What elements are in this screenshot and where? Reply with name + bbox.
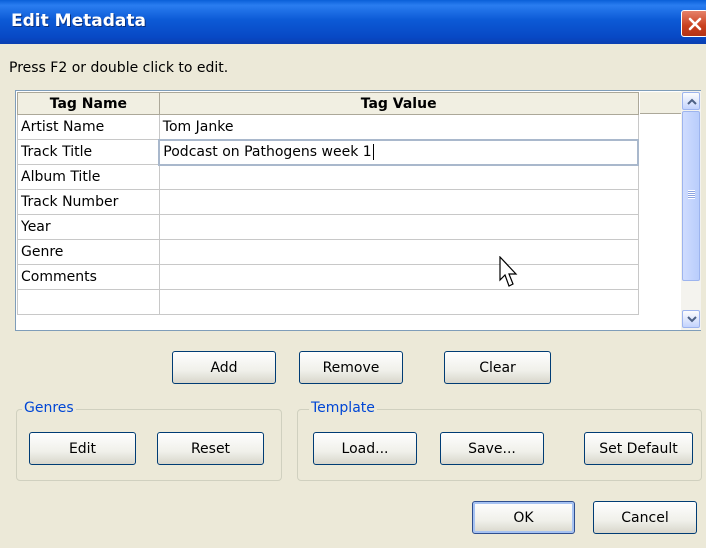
clear-button[interactable]: Clear — [444, 351, 551, 384]
remove-button[interactable]: Remove — [299, 351, 403, 384]
table-header-row: Tag Name Tag Value — [17, 92, 639, 115]
tag-name-cell[interactable]: Comments — [17, 264, 160, 290]
scroll-thumb[interactable] — [682, 111, 700, 281]
tag-value-cell[interactable] — [158, 289, 639, 315]
tag-name-cell[interactable]: Track Number — [17, 189, 160, 215]
ok-button[interactable]: OK — [472, 501, 575, 534]
table-row[interactable]: Album Title — [17, 164, 639, 190]
tag-name-cell[interactable]: Year — [17, 214, 160, 240]
tag-name-cell[interactable]: Track Title — [17, 139, 160, 165]
tag-value-cell[interactable] — [158, 164, 639, 190]
metadata-table: Tag Name Tag Value Artist Name Tom Janke… — [17, 92, 639, 315]
table-row[interactable] — [17, 289, 639, 315]
mouse-pointer-icon — [499, 256, 518, 287]
metadata-grid[interactable]: Tag Name Tag Value Artist Name Tom Janke… — [15, 90, 701, 331]
cancel-button[interactable]: Cancel — [593, 501, 697, 534]
table-row[interactable]: Year — [17, 214, 639, 240]
scroll-down-button[interactable] — [682, 310, 700, 328]
genres-edit-button[interactable]: Edit — [29, 432, 136, 465]
instruction-text: Press F2 or double click to edit. — [9, 60, 229, 76]
table-row[interactable]: Genre — [17, 239, 639, 265]
template-group-label: Template — [309, 400, 377, 416]
close-icon — [688, 17, 702, 31]
genres-group-label: Genres — [22, 400, 76, 416]
text-caret — [372, 144, 374, 160]
grip-icon — [688, 190, 695, 199]
close-button[interactable] — [681, 10, 706, 37]
set-default-button[interactable]: Set Default — [584, 432, 693, 465]
add-button[interactable]: Add — [172, 351, 276, 384]
chevron-up-icon — [687, 98, 697, 105]
tag-value-cell[interactable] — [158, 189, 639, 215]
template-save-button[interactable]: Save... — [440, 432, 544, 465]
tag-value-cell[interactable] — [158, 214, 639, 240]
tag-value-cell[interactable] — [158, 264, 639, 290]
tag-name-cell[interactable]: Album Title — [17, 164, 160, 190]
tag-value-editor[interactable]: Podcast on Pathogens week 1 — [158, 138, 639, 166]
title-bar: Edit Metadata — [0, 0, 706, 44]
table-row[interactable]: Track Number — [17, 189, 639, 215]
tag-name-cell[interactable]: Genre — [17, 239, 160, 265]
genres-reset-button[interactable]: Reset — [157, 432, 264, 465]
column-header-tag-name[interactable]: Tag Name — [17, 92, 160, 115]
column-header-tag-value[interactable]: Tag Value — [158, 92, 639, 115]
table-row[interactable]: Track Title Podcast on Pathogens week 1 — [17, 138, 639, 166]
vertical-scrollbar[interactable] — [681, 91, 701, 330]
scroll-up-button[interactable] — [682, 92, 700, 110]
template-load-button[interactable]: Load... — [313, 432, 417, 465]
table-row[interactable]: Comments — [17, 264, 639, 290]
tag-name-cell[interactable] — [17, 289, 160, 315]
tag-value-cell[interactable] — [158, 239, 639, 265]
header-filler — [640, 92, 682, 114]
window-title: Edit Metadata — [11, 11, 146, 31]
table-row[interactable]: Artist Name Tom Janke — [17, 114, 639, 140]
tag-name-cell[interactable]: Artist Name — [17, 114, 160, 140]
tag-value-edit-text: Podcast on Pathogens week 1 — [163, 144, 372, 160]
chevron-down-icon — [687, 316, 697, 323]
tag-value-cell[interactable]: Tom Janke — [158, 114, 639, 140]
